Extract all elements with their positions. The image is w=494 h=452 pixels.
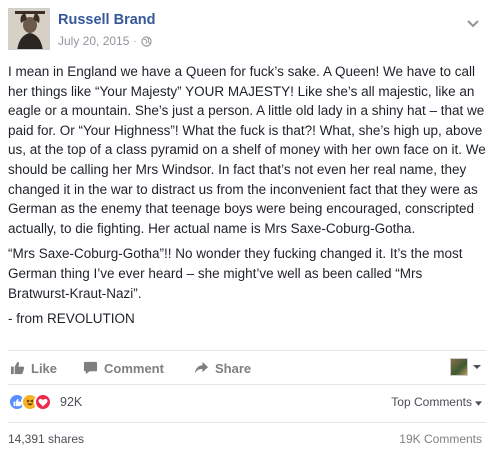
post-meta: July 20, 2015 · — [58, 34, 152, 48]
comment-label: Comment — [104, 360, 164, 376]
globe-icon — [141, 35, 152, 47]
comment-icon — [83, 361, 98, 375]
share-label: Share — [215, 360, 252, 376]
reaction-icons[interactable] — [8, 393, 52, 411]
share-button[interactable]: Share — [194, 356, 251, 380]
reaction-count[interactable]: 92K — [60, 395, 82, 409]
author-name[interactable]: Russell Brand — [58, 12, 156, 28]
thumbs-up-icon — [10, 361, 25, 375]
divider — [8, 384, 486, 385]
comments-count[interactable]: 19K Comments — [399, 432, 482, 446]
facebook-post: Russell Brand July 20, 2015 · I mean in … — [0, 0, 494, 452]
meta-separator: · — [133, 35, 137, 47]
comment-sort-dropdown[interactable]: Top Comments — [391, 395, 482, 409]
divider — [8, 350, 486, 351]
share-arrow-icon — [194, 361, 209, 375]
post-paragraph: - from REVOLUTION — [8, 311, 135, 327]
like-label: Like — [31, 360, 58, 376]
sort-caret-icon — [475, 395, 482, 409]
post-date[interactable]: July 20, 2015 — [58, 34, 129, 48]
post-as-selector[interactable] — [450, 358, 482, 376]
shares-count[interactable]: 14,391 shares — [8, 432, 84, 446]
love-reaction-icon — [34, 393, 52, 411]
post-paragraph: I mean in England we have a Queen for fu… — [8, 64, 486, 236]
author-avatar[interactable] — [8, 8, 50, 50]
viewer-avatar — [450, 358, 468, 376]
action-bar: Like Comment Share — [8, 356, 486, 380]
post-paragraph: “Mrs Saxe-Coburg-Gotha”!! No wonder they… — [8, 246, 463, 301]
post-header: Russell Brand July 20, 2015 · — [8, 8, 486, 54]
like-button[interactable]: Like — [10, 356, 57, 380]
sort-label: Top Comments — [391, 395, 472, 409]
post-footer: 14,391 shares 19K Comments — [8, 432, 486, 450]
divider — [8, 422, 486, 423]
post-options-chevron-icon[interactable] — [466, 16, 480, 28]
reactions-row: 92K Top Comments — [8, 393, 486, 413]
post-body: I mean in England we have a Queen for fu… — [8, 62, 486, 335]
caret-down-icon — [472, 358, 482, 376]
comment-button[interactable]: Comment — [83, 356, 164, 380]
